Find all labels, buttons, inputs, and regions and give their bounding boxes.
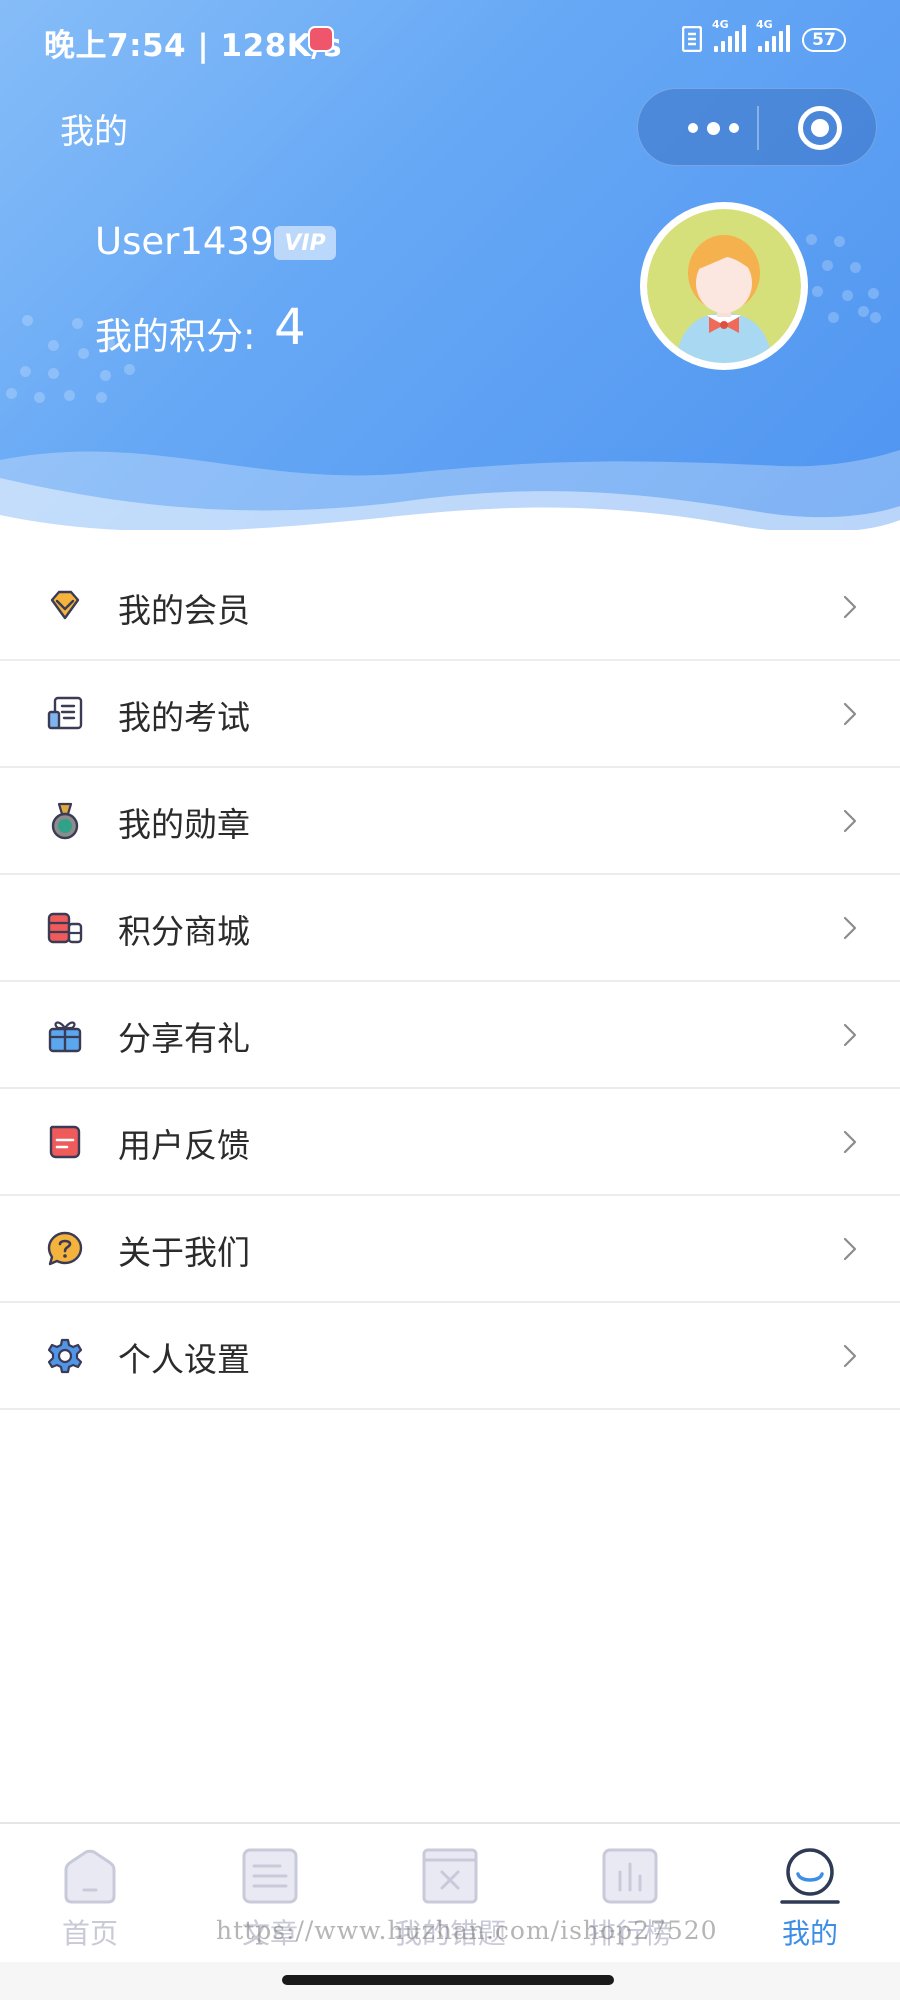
home-icon — [64, 1849, 116, 1904]
more-dot-icon — [706, 121, 720, 135]
watermark-text: https://www.huzhan.com/ishop27520 — [216, 1916, 718, 1945]
close-miniprogram-button[interactable] — [798, 106, 842, 150]
tab-label: 我的 — [781, 1917, 838, 1950]
menu-item-label: 我的会员 — [118, 591, 250, 630]
menu-item-label: 我的勋章 — [118, 805, 250, 844]
battery-icon: 57 — [802, 28, 846, 52]
menu-item-membership[interactable]: 我的会员 — [0, 554, 900, 661]
wrong-questions-icon — [422, 1848, 478, 1904]
menu-item-label: 个人设置 — [118, 1340, 250, 1379]
status-time: 晚上7:54 | 128K/s — [44, 28, 343, 64]
battery-level: 57 — [812, 30, 836, 50]
menu-item-feedback[interactable]: 用户反馈 — [0, 1089, 900, 1196]
capsule-divider — [757, 106, 759, 150]
menu-item-settings[interactable]: 个人设置 — [0, 1303, 900, 1410]
exam-paper-icon — [47, 696, 83, 730]
signal-icon: 4G — [712, 18, 746, 52]
network-type-2: 4G — [756, 18, 773, 31]
chevron-right-icon — [843, 595, 857, 619]
gear-icon — [47, 1338, 83, 1374]
app-notification-icon — [308, 26, 334, 52]
more-options-button[interactable] — [668, 89, 758, 167]
profile-icon — [780, 1848, 840, 1904]
gift-icon — [48, 1021, 82, 1053]
more-dot-icon — [687, 123, 698, 133]
menu-item-about-us[interactable]: 关于我们 — [0, 1196, 900, 1303]
points-label: 我的积分: — [95, 315, 256, 358]
network-type-1: 4G — [712, 18, 729, 31]
diamond-icon — [50, 590, 80, 620]
header-wave — [0, 450, 900, 530]
tab-profile[interactable]: 我的 — [720, 1824, 900, 1964]
ranking-icon — [602, 1848, 658, 1904]
more-dot-icon — [728, 123, 739, 133]
vip-badge: VIP — [274, 226, 336, 260]
chevron-right-icon — [843, 1237, 857, 1261]
tab-home[interactable]: 首页 — [0, 1824, 180, 1964]
avatar[interactable] — [640, 202, 808, 370]
menu-item-exams[interactable]: 我的考试 — [0, 661, 900, 768]
menu-item-label: 用户反馈 — [118, 1126, 250, 1165]
menu-item-label: 关于我们 — [118, 1233, 250, 1272]
username: User1439 — [95, 220, 274, 263]
sim-card-icon — [682, 26, 702, 52]
miniprogram-capsule — [637, 88, 877, 166]
chevron-right-icon — [843, 702, 857, 726]
avatar-icon — [647, 209, 801, 363]
chevron-right-icon — [843, 1023, 857, 1047]
feedback-icon — [49, 1125, 81, 1159]
chevron-right-icon — [843, 1344, 857, 1368]
tab-label: 首页 — [61, 1917, 118, 1950]
coins-icon — [47, 912, 83, 944]
profile-page: 晚上7:54 | 128K/s 4G 4G 57 我的 User1439 VIP… — [0, 0, 900, 2000]
article-icon — [242, 1848, 298, 1904]
signal-icon-2: 4G — [756, 18, 790, 52]
chevron-right-icon — [843, 809, 857, 833]
points-value: 4 — [274, 298, 306, 356]
menu-item-share-rewards[interactable]: 分享有礼 — [0, 982, 900, 1089]
page-title: 我的 — [60, 112, 128, 152]
medal-icon — [51, 802, 79, 840]
menu-item-label: 我的考试 — [118, 698, 250, 737]
chevron-right-icon — [843, 1130, 857, 1154]
home-indicator[interactable] — [282, 1975, 614, 1985]
chevron-right-icon — [843, 916, 857, 940]
menu-item-label: 分享有礼 — [118, 1019, 250, 1058]
question-bubble-icon — [47, 1231, 83, 1266]
menu-list: 我的会员 我的考试 我的勋章 积分商城 分享有礼 用户反馈 关于我们 个人设置 — [0, 554, 900, 1410]
status-bar: 晚上7:54 | 128K/s 4G 4G 57 — [0, 0, 900, 80]
profile-header: 晚上7:54 | 128K/s 4G 4G 57 我的 User1439 VIP… — [0, 0, 900, 530]
menu-item-label: 积分商城 — [118, 912, 250, 951]
menu-item-medals[interactable]: 我的勋章 — [0, 768, 900, 875]
menu-item-points-mall[interactable]: 积分商城 — [0, 875, 900, 982]
status-indicators: 4G 4G 57 — [682, 18, 846, 52]
